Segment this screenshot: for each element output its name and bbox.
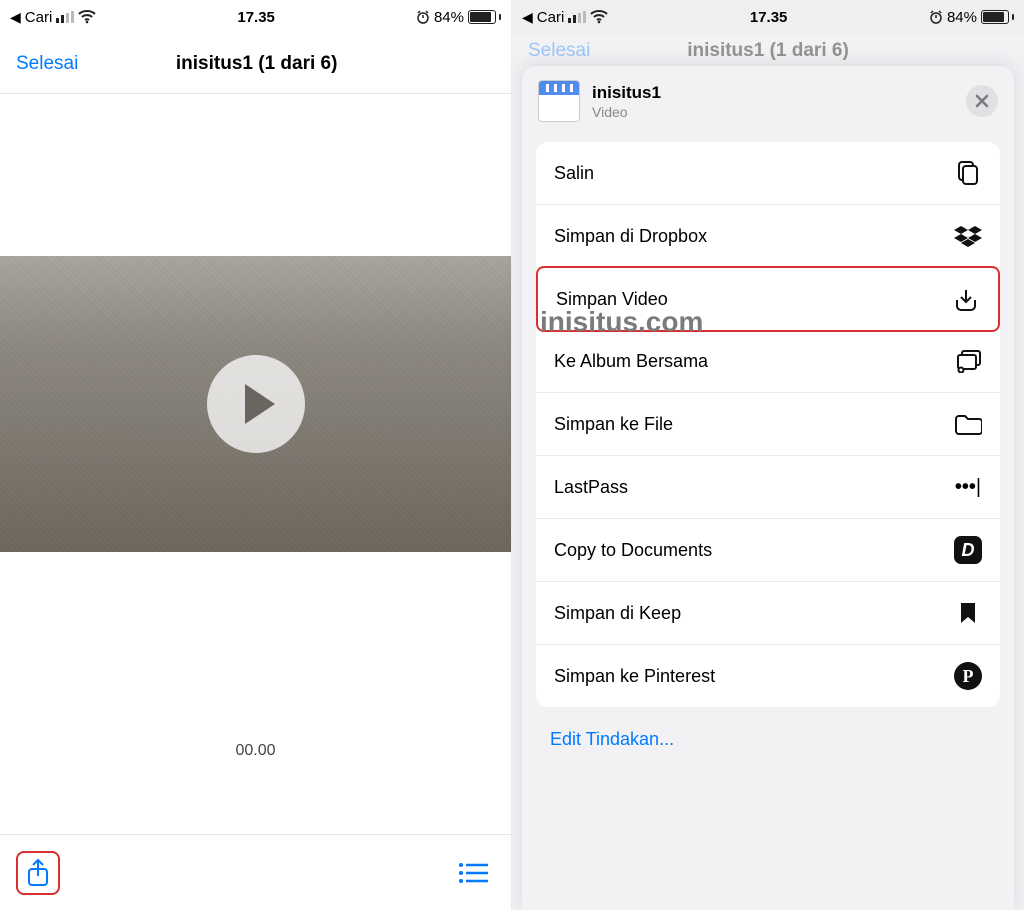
video-file-icon xyxy=(538,80,580,122)
action-label: Ke Album Bersama xyxy=(554,351,708,372)
play-button[interactable] xyxy=(207,355,305,453)
action-download[interactable]: Simpan Video xyxy=(536,266,1000,332)
share-sheet: inisitus1 Video inisitus.com SalinSimpan… xyxy=(522,66,1014,910)
dropbox-icon xyxy=(954,222,982,250)
file-subtitle: Video xyxy=(592,104,661,120)
done-button-dimmed: Selesai xyxy=(528,40,590,62)
battery-pct: 84% xyxy=(947,9,977,26)
sheet-header: inisitus1 Video xyxy=(522,66,1014,142)
bookmark-icon xyxy=(954,599,982,627)
signal-icon xyxy=(568,11,586,23)
list-button[interactable] xyxy=(451,851,495,895)
action-label: Simpan di Dropbox xyxy=(554,226,707,247)
status-time: 17.35 xyxy=(750,9,788,26)
video-time-label: 00.00 xyxy=(0,742,511,760)
status-bar: ◀ Cari 17.35 84% xyxy=(512,0,1024,34)
shared-album-icon xyxy=(954,347,982,375)
documents-app-icon: D xyxy=(954,536,982,564)
list-icon xyxy=(458,862,488,884)
nav-bar: Selesai inisitus1 (1 dari 6) xyxy=(0,34,511,94)
battery-icon xyxy=(468,10,501,24)
status-back-label[interactable]: Cari xyxy=(537,9,565,26)
action-pinterest[interactable]: Simpan ke Pinterest P xyxy=(536,645,1000,707)
action-dropbox[interactable]: Simpan di Dropbox xyxy=(536,205,1000,268)
signal-icon xyxy=(56,11,74,23)
video-thumbnail[interactable] xyxy=(0,256,511,552)
status-bar: ◀ Cari 17.35 84% xyxy=(0,0,511,34)
dimmed-nav: Selesai inisitus1 (1 dari 6) xyxy=(512,34,1024,68)
file-title: inisitus1 xyxy=(592,83,661,103)
action-label: Salin xyxy=(554,163,594,184)
action-label: Simpan ke File xyxy=(554,414,673,435)
action-label: Copy to Documents xyxy=(554,540,712,561)
page-title: inisitus1 (1 dari 6) xyxy=(18,53,495,75)
action-lastpass[interactable]: LastPass •••| xyxy=(536,456,1000,519)
close-button[interactable] xyxy=(966,85,998,117)
share-icon xyxy=(25,858,51,888)
back-caret-icon: ◀ xyxy=(522,9,533,26)
bottom-toolbar xyxy=(0,834,511,910)
back-caret-icon: ◀ xyxy=(10,9,21,26)
action-folder[interactable]: Simpan ke File xyxy=(536,393,1000,456)
battery-pct: 84% xyxy=(434,9,464,26)
wifi-icon xyxy=(78,10,96,24)
action-label: Simpan Video xyxy=(556,289,668,310)
pinterest-icon: P xyxy=(954,662,982,690)
play-icon xyxy=(245,384,275,424)
status-back-label[interactable]: Cari xyxy=(25,9,53,26)
action-label: Simpan di Keep xyxy=(554,603,681,624)
action-list: Salin Simpan di Dropbox Simpan Video Ke Alb… xyxy=(536,142,1000,707)
action-bookmark[interactable]: Simpan di Keep xyxy=(536,582,1000,645)
download-icon xyxy=(952,285,980,313)
close-icon xyxy=(975,94,989,108)
alarm-icon xyxy=(929,10,943,24)
share-button[interactable] xyxy=(16,851,60,895)
status-time: 17.35 xyxy=(237,9,275,26)
copy-icon xyxy=(954,159,982,187)
action-shared-album[interactable]: Ke Album Bersama xyxy=(536,330,1000,393)
battery-icon xyxy=(981,10,1014,24)
action-documents-app[interactable]: Copy to Documents D xyxy=(536,519,1000,582)
action-copy[interactable]: Salin xyxy=(536,142,1000,205)
alarm-icon xyxy=(416,10,430,24)
wifi-icon xyxy=(590,10,608,24)
edit-actions-button[interactable]: Edit Tindakan... xyxy=(522,719,1014,760)
folder-icon xyxy=(954,410,982,438)
action-label: Simpan ke Pinterest xyxy=(554,666,715,687)
action-label: LastPass xyxy=(554,477,628,498)
lastpass-icon: •••| xyxy=(954,473,982,501)
video-area[interactable] xyxy=(0,94,511,714)
page-title-dimmed: inisitus1 (1 dari 6) xyxy=(687,40,849,62)
